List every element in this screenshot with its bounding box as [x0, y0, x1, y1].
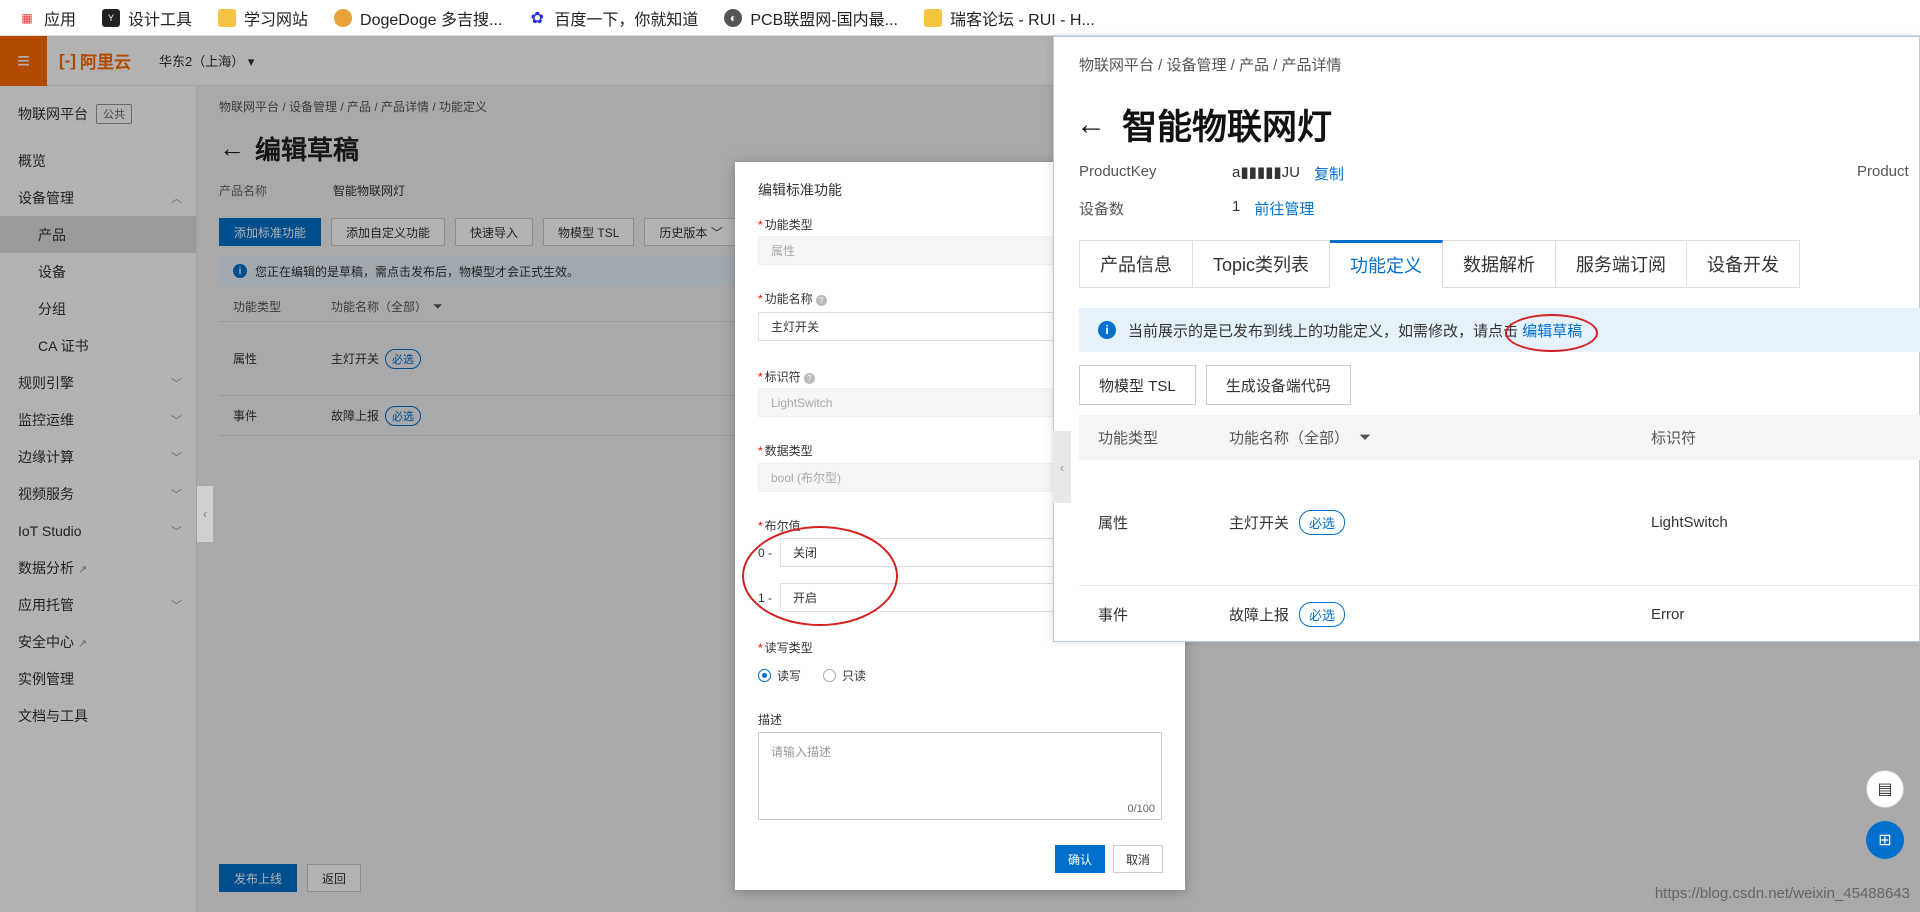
- apps-grid-icon: ▦: [18, 9, 36, 27]
- bookmark-apps[interactable]: ▦应用: [18, 6, 76, 30]
- panel-breadcrumb: 物联网平台 / 设备管理 / 产品 / 产品详情: [1079, 54, 1342, 75]
- folder-icon: [218, 9, 236, 27]
- bookmark-ruike[interactable]: 瑞客论坛 - RUI - H...: [924, 6, 1095, 30]
- bookmarks-bar: ▦应用 Y设计工具 学习网站 DogeDoge 多吉搜... ✿百度一下，你就知…: [0, 0, 1920, 36]
- chevron-left-icon: ‹: [1060, 460, 1064, 475]
- identifier-label: *标识符?: [758, 368, 815, 385]
- tsl-button[interactable]: 物模型 TSL: [1079, 365, 1196, 405]
- watermark: https://blog.csdn.net/weixin_45488643: [1655, 885, 1910, 902]
- panel-collapse-handle[interactable]: ‹: [1053, 431, 1071, 503]
- panel-table-header: 功能类型 功能名称（全部）⏷ 标识符: [1079, 415, 1920, 460]
- table-row: 属性 主灯开关必选 LightSwitch: [1079, 460, 1920, 586]
- device-count-row: 设备数 1前往管理: [1079, 198, 1314, 219]
- help-icon[interactable]: ?: [804, 373, 815, 384]
- published-notice: i 当前展示的是已发布到线上的功能定义，如需修改，请点击 编辑草稿: [1079, 308, 1920, 352]
- annotation-circle-edit-draft: [1505, 314, 1598, 352]
- radio-read-only[interactable]: 只读: [823, 667, 866, 684]
- required-badge: 必选: [1299, 602, 1345, 627]
- cancel-button[interactable]: 取消: [1113, 845, 1163, 873]
- bookmark-baidu[interactable]: ✿百度一下，你就知道: [528, 6, 698, 30]
- productkey-row: ProductKey a▮▮▮▮▮JU复制: [1079, 163, 1344, 184]
- back-arrow-icon[interactable]: ←: [1076, 108, 1106, 142]
- rw-type-label: *读写类型: [758, 639, 813, 656]
- desc-label: 描述: [758, 711, 782, 728]
- site-logo-icon: Y: [102, 9, 120, 27]
- confirm-button[interactable]: 确认: [1055, 845, 1105, 873]
- tab-data-parsing[interactable]: 数据解析: [1443, 240, 1556, 288]
- panel-title: ←智能物联网灯: [1076, 99, 1332, 150]
- bookmark-dogedoge[interactable]: DogeDoge 多吉搜...: [334, 6, 502, 30]
- apps-icon[interactable]: ⊞: [1866, 821, 1904, 859]
- globe-icon: ◐: [724, 9, 742, 27]
- panel-toolbar: 物模型 TSL 生成设备端代码: [1079, 365, 1351, 405]
- folder-icon: [924, 9, 942, 27]
- table-row: 事件 故障上报必选 Error: [1079, 586, 1920, 643]
- info-icon: i: [1098, 321, 1116, 339]
- chevron-left-icon: ‹: [203, 507, 207, 521]
- tab-topic-list[interactable]: Topic类列表: [1193, 240, 1330, 288]
- tab-server-subscription[interactable]: 服务端订阅: [1556, 240, 1687, 288]
- baidu-paw-icon: ✿: [528, 9, 546, 27]
- help-icon[interactable]: ?: [816, 295, 827, 306]
- filter-icon[interactable]: ⏷: [1359, 429, 1371, 446]
- copy-link[interactable]: 复制: [1314, 163, 1344, 184]
- productkey-value: a▮▮▮▮▮JU: [1232, 163, 1300, 184]
- doge-icon: [334, 9, 352, 27]
- tab-function-definition[interactable]: 功能定义: [1330, 240, 1443, 288]
- console-background: ≡ [-]阿里云 华东2（上海） ▾ 物联网平台公共 概览 设备管理︿ 产品 设…: [0, 36, 1920, 912]
- rw-type-radios: 读写 只读: [758, 667, 866, 684]
- generate-device-code-button[interactable]: 生成设备端代码: [1206, 365, 1351, 405]
- dialog-title: 编辑标准功能: [758, 180, 842, 200]
- tab-device-development[interactable]: 设备开发: [1687, 240, 1800, 288]
- bookmark-design-tools[interactable]: Y设计工具: [102, 6, 192, 30]
- product-label-right: Product: [1857, 163, 1909, 180]
- panel-tabs: 产品信息 Topic类列表 功能定义 数据解析 服务端订阅 设备开发: [1079, 240, 1800, 288]
- func-name-label: *功能名称?: [758, 290, 827, 307]
- chat-icon[interactable]: ▤: [1866, 770, 1904, 808]
- dialog-actions: 确认 取消: [1055, 845, 1163, 873]
- radio-read-write[interactable]: 读写: [758, 667, 801, 684]
- sidebar-collapse-handle[interactable]: ‹: [197, 486, 213, 542]
- tab-product-info[interactable]: 产品信息: [1080, 240, 1193, 288]
- product-detail-panel: 物联网平台 / 设备管理 / 产品 / 产品详情 ←智能物联网灯 Product…: [1053, 36, 1920, 642]
- required-badge: 必选: [1299, 510, 1345, 535]
- annotation-circle-bool: [742, 526, 898, 626]
- bookmark-pcb[interactable]: ◐PCB联盟网-国内最...: [724, 6, 898, 30]
- manage-devices-link[interactable]: 前往管理: [1254, 198, 1314, 219]
- bookmark-study-sites[interactable]: 学习网站: [218, 6, 308, 30]
- datatype-label: *数据类型: [758, 442, 813, 459]
- func-type-label: *功能类型: [758, 216, 813, 233]
- desc-textarea[interactable]: 请输入描述0/100: [758, 732, 1162, 820]
- char-count: 0/100: [1127, 803, 1155, 815]
